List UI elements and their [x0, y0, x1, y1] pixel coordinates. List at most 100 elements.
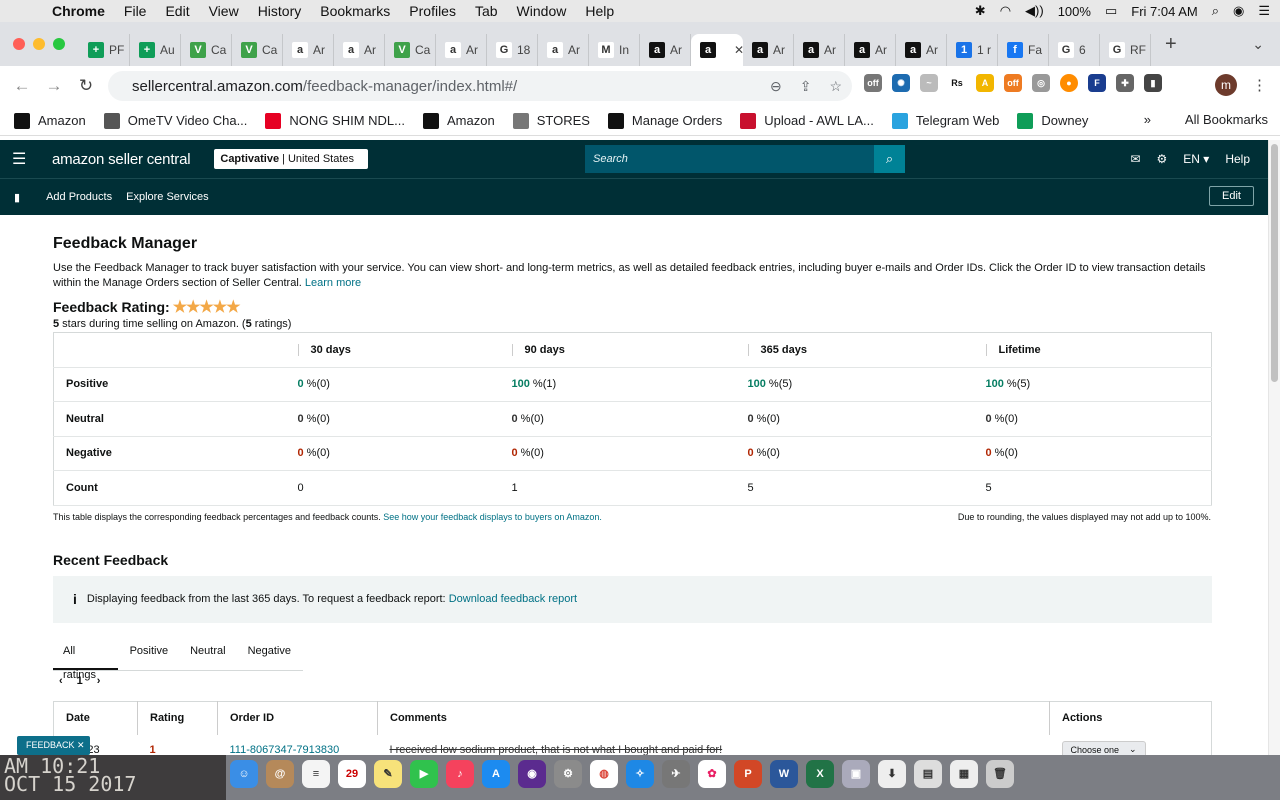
extension-rs-icon[interactable]: Rs	[948, 74, 966, 92]
help-link[interactable]: Help	[1225, 152, 1250, 166]
bookmark-star-icon[interactable]: ☆	[829, 78, 842, 95]
language-selector[interactable]: EN ▾	[1183, 152, 1209, 166]
tab-9[interactable]: a Ar	[538, 34, 589, 66]
tab-2[interactable]: V Ca	[181, 34, 232, 66]
next-page-icon[interactable]: ›	[97, 675, 101, 687]
back-icon[interactable]: ←	[6, 76, 38, 96]
facetime-icon[interactable]: ▶	[410, 760, 438, 788]
bookmark-item[interactable]: Amazon	[14, 112, 86, 129]
close-window-icon[interactable]	[13, 38, 25, 50]
downloads-stack-icon[interactable]: ⬇	[878, 760, 906, 788]
siri-icon[interactable]: ◉	[1233, 3, 1244, 19]
tab-10[interactable]: M In	[589, 34, 640, 66]
extension-coupon-icon[interactable]: off	[864, 74, 882, 92]
minimize-window-icon[interactable]	[33, 38, 45, 50]
row-order-id-link[interactable]: 111-8067347-7913830	[230, 744, 340, 755]
edit-nav-button[interactable]: Edit	[1209, 186, 1254, 206]
volume-icon[interactable]: ◀))	[1025, 3, 1044, 19]
clock[interactable]: Fri 7:04 AM	[1131, 4, 1197, 19]
chrome-menu-icon[interactable]: ⋮	[1252, 76, 1267, 94]
documents-stack-icon[interactable]: ▤	[914, 760, 942, 788]
menu-window[interactable]: Window	[517, 3, 567, 19]
col-rating[interactable]: Rating	[137, 701, 218, 735]
menu-app-name[interactable]: Chrome	[52, 3, 105, 19]
menu-bookmarks[interactable]: Bookmarks	[320, 3, 390, 19]
bookmark-item[interactable]: Manage Orders	[607, 112, 722, 129]
tab-13[interactable]: a Ar	[743, 34, 794, 66]
page-scrollbar[interactable]	[1268, 140, 1280, 755]
menu-view[interactable]: View	[209, 3, 239, 19]
bookmark-item[interactable]: Telegram Web	[891, 112, 999, 129]
powerpoint-icon[interactable]: P	[734, 760, 762, 788]
reload-icon[interactable]: ↻	[70, 76, 102, 96]
extension-off-icon[interactable]: off	[1004, 74, 1022, 92]
tab-5[interactable]: a Ar	[334, 34, 385, 66]
tab-20[interactable]: G RF	[1100, 34, 1151, 66]
col-order-id[interactable]: Order ID	[217, 701, 378, 735]
tab-negative[interactable]: Negative	[238, 639, 301, 670]
action-select[interactable]: Choose one ⌄	[1061, 741, 1146, 755]
extension-chat-icon[interactable]: ◎	[1032, 74, 1050, 92]
tab-11[interactable]: a Ar	[640, 34, 691, 66]
photos-icon[interactable]: ✿	[698, 760, 726, 788]
profile-avatar[interactable]: m	[1215, 74, 1237, 96]
scrollbar-thumb[interactable]	[1271, 144, 1278, 382]
tab-neutral[interactable]: Neutral	[180, 639, 235, 670]
zoom-window-icon[interactable]	[53, 38, 65, 50]
tab-positive[interactable]: Positive	[120, 639, 179, 670]
chrome-dock-icon[interactable]: ◍	[590, 760, 618, 788]
mail-icon[interactable]: ✉	[1130, 152, 1140, 166]
preview-icon[interactable]: ▣	[842, 760, 870, 788]
tab-19[interactable]: G6	[1049, 34, 1100, 66]
tab-3[interactable]: V Ca	[232, 34, 283, 66]
tab-4[interactable]: a Ar	[283, 34, 334, 66]
word-icon[interactable]: W	[770, 760, 798, 788]
tab-14[interactable]: a Ar	[794, 34, 845, 66]
nav-add-products[interactable]: Add Products	[46, 191, 112, 203]
learn-more-link[interactable]: Learn more	[305, 277, 361, 289]
tab-18[interactable]: f Fa	[998, 34, 1049, 66]
system-preferences-icon[interactable]: ⚙	[554, 760, 582, 788]
extensions-puzzle-icon[interactable]: ✚	[1116, 74, 1134, 92]
tab-16[interactable]: a Ar	[896, 34, 947, 66]
bookmark-item[interactable]: Upload - AWL LA...	[740, 112, 874, 129]
tab-12[interactable]: a ✕	[691, 34, 743, 66]
bookmark-item[interactable]: Downey	[1017, 112, 1088, 129]
current-page[interactable]: 1	[77, 675, 83, 687]
close-tab-icon[interactable]: ✕	[734, 43, 743, 57]
menu-file[interactable]: File	[124, 3, 147, 19]
all-bookmarks[interactable]: All Bookmarks	[1185, 112, 1268, 127]
menu-history[interactable]: History	[258, 3, 302, 19]
menu-help[interactable]: Help	[585, 3, 614, 19]
menu-profiles[interactable]: Profiles	[409, 3, 456, 19]
launchpad-icon[interactable]: ✈	[662, 760, 690, 788]
seller-central-logo[interactable]: amazon seller central	[52, 151, 191, 168]
calendar-icon[interactable]: 29	[338, 760, 366, 788]
app-store-icon[interactable]: A	[482, 760, 510, 788]
hamburger-menu-icon[interactable]: ☰	[12, 149, 30, 169]
extension-signal-icon[interactable]: ~	[920, 74, 938, 92]
spotlight-icon[interactable]: ⌕	[1212, 3, 1219, 19]
contacts-icon[interactable]: @	[266, 760, 294, 788]
forward-icon[interactable]: →	[38, 76, 70, 96]
menu-edit[interactable]: Edit	[165, 3, 189, 19]
tab-8[interactable]: G 18	[487, 34, 538, 66]
new-tab-icon[interactable]: +	[1165, 33, 1177, 56]
folder-stack-icon[interactable]: ▦	[950, 760, 978, 788]
extension-coupons-icon[interactable]: A	[976, 74, 994, 92]
bookmark-item[interactable]: Amazon	[423, 112, 495, 129]
feedback-display-link[interactable]: See how your feedback displays to buyers…	[383, 512, 602, 522]
reminders-icon[interactable]: ≡	[302, 760, 330, 788]
notes-icon[interactable]: ✎	[374, 760, 402, 788]
share-icon[interactable]: ⇪	[800, 78, 812, 95]
battery-percent[interactable]: 100%	[1058, 4, 1091, 19]
control-center-icon[interactable]: ☰	[1258, 3, 1270, 19]
col-date[interactable]: Date	[54, 701, 138, 735]
music-icon[interactable]: ♪	[446, 760, 474, 788]
nav-explore-services[interactable]: Explore Services	[126, 191, 209, 203]
siri-dock-icon[interactable]: ◉	[518, 760, 546, 788]
seller-search-input[interactable]	[585, 145, 874, 173]
tab-0[interactable]: + PF	[79, 34, 130, 66]
wifi-icon[interactable]: ◠	[1000, 3, 1011, 19]
tab-7[interactable]: a Ar	[436, 34, 487, 66]
